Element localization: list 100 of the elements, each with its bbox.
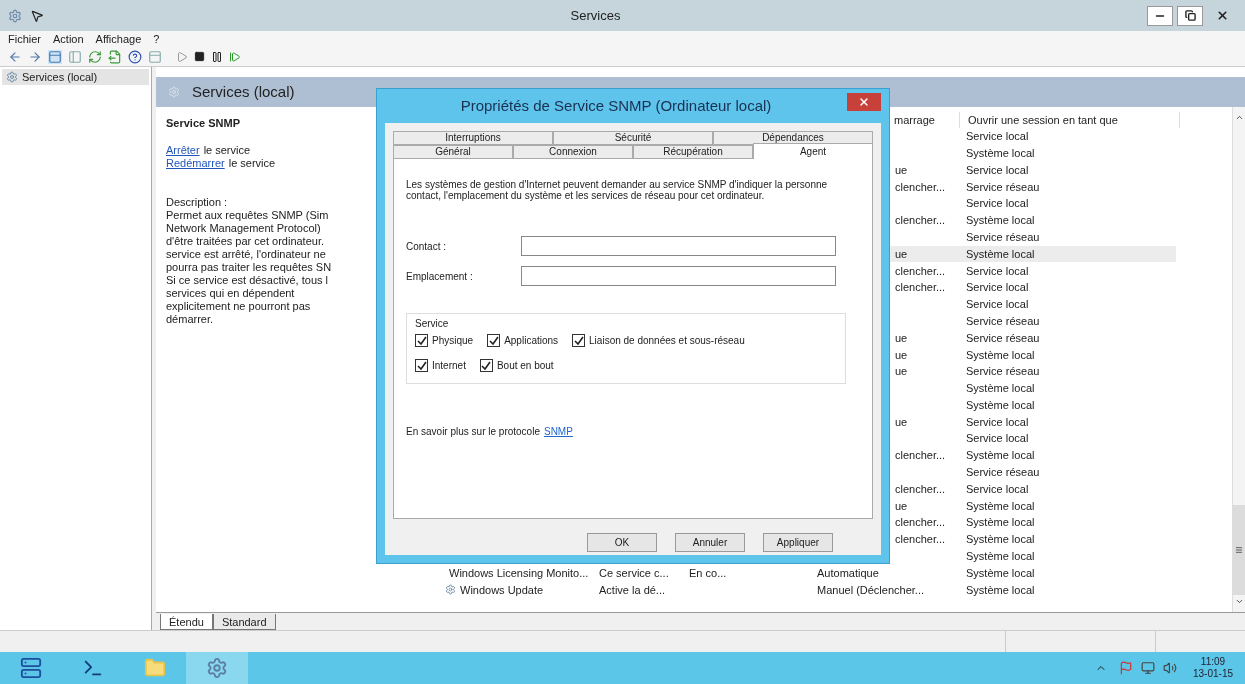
- checkbox[interactable]: [479, 359, 493, 372]
- logon-cell: Système local: [966, 583, 1035, 596]
- dialog-tab[interactable]: Interruptions: [393, 131, 553, 145]
- startup-cell: ue: [895, 163, 908, 176]
- startup-cell: clencher...: [895, 180, 946, 193]
- view-tab[interactable]: Étendu: [160, 614, 213, 630]
- dialog-tab[interactable]: Récupération: [633, 145, 753, 159]
- logon-cell: Système local: [966, 382, 1035, 395]
- forward-icon[interactable]: [28, 49, 42, 64]
- field-label: Contact :: [406, 239, 448, 254]
- logon-cell: Système local: [966, 247, 1035, 260]
- check-icon: [416, 335, 427, 346]
- menu-item[interactable]: Action: [53, 30, 84, 48]
- startup-cell: clencher...: [895, 281, 946, 294]
- checkbox[interactable]: [415, 359, 428, 372]
- logon-cell: Service local: [966, 264, 1029, 277]
- view-tab[interactable]: Standard: [212, 614, 276, 630]
- logon-cell: Système local: [966, 516, 1035, 529]
- logon-cell: Service local: [966, 298, 1029, 311]
- startup-cell: Automatique: [817, 566, 879, 579]
- clock-date: 13-01-15: [1192, 668, 1233, 680]
- group-title: Service: [415, 317, 450, 331]
- table-row[interactable]: Windows Licensing Monito... Ce service c... En co... Automatique Système local: [376, 564, 1176, 582]
- status-cell: En co...: [689, 566, 727, 579]
- dialog-button[interactable]: Appliquer: [763, 533, 833, 552]
- checkbox-label: Internet: [432, 359, 466, 373]
- logon-cell: Système local: [966, 398, 1035, 411]
- startup-cell: Manuel (Déclencher...: [817, 583, 924, 596]
- startup-cell: clencher...: [895, 214, 946, 227]
- action-link[interactable]: Arrêter: [166, 144, 200, 157]
- scroll-down-icon[interactable]: [1234, 597, 1244, 606]
- gear-icon: [168, 86, 180, 98]
- startup-cell: ue: [895, 348, 908, 361]
- checkbox-label: Liaison de données et sous-réseau: [589, 334, 745, 348]
- column-header[interactable]: Ouvrir une session en tant que: [960, 111, 1180, 129]
- snmp-link[interactable]: SNMP: [543, 424, 573, 439]
- panel-title: Services (local): [192, 81, 295, 102]
- check-icon: [481, 360, 492, 371]
- speaker-icon[interactable]: [1162, 661, 1177, 675]
- help-text: En savoir plus sur le protocole: [406, 425, 540, 439]
- menu-item[interactable]: Fichier: [8, 30, 41, 48]
- gear-icon: [8, 8, 22, 23]
- tree-item[interactable]: Services (local): [2, 69, 149, 85]
- minimize-button[interactable]: [1147, 5, 1173, 26]
- description-cell: Active la dé...: [599, 583, 666, 596]
- menu-item[interactable]: ?: [153, 30, 160, 48]
- logon-cell: Service local: [966, 163, 1029, 176]
- help-icon[interactable]: [128, 49, 142, 64]
- logon-cell: Système local: [966, 533, 1035, 546]
- scrollbar-thumb[interactable]: [1233, 505, 1245, 595]
- scroll-up-icon[interactable]: [1234, 113, 1244, 122]
- server-icon: [20, 657, 42, 679]
- checkbox-label: Bout en bout: [496, 359, 554, 373]
- service-name-cell-text: Windows Update: [460, 582, 544, 598]
- stop-icon[interactable]: [194, 51, 205, 62]
- checkbox-label: Applications: [504, 334, 559, 348]
- logon-cell: Système local: [966, 566, 1035, 579]
- table-row[interactable]: Windows Update Active la dé... Manuel (Déclencher... Système local: [376, 581, 1176, 599]
- window-title: Services: [570, 6, 621, 25]
- logon-cell: Service réseau: [966, 466, 1040, 479]
- menu-item[interactable]: Affichage: [95, 30, 142, 48]
- logon-cell: Système local: [966, 348, 1035, 361]
- export-icon[interactable]: [108, 49, 122, 64]
- logon-cell: Service local: [966, 281, 1029, 294]
- clock-time: 11:09: [1200, 656, 1226, 668]
- restore-button[interactable]: [1177, 5, 1203, 26]
- logon-cell: Système local: [966, 550, 1035, 563]
- taskbar-button[interactable]: [186, 652, 248, 684]
- network-icon[interactable]: [1140, 661, 1155, 675]
- checkbox[interactable]: [415, 334, 428, 347]
- back-icon[interactable]: [8, 49, 22, 64]
- dialog-tab[interactable]: Connexion: [513, 145, 633, 159]
- dialog-button[interactable]: OK: [587, 533, 657, 552]
- logon-cell: Système local: [966, 499, 1035, 512]
- startup-cell: clencher...: [895, 516, 946, 529]
- refresh-icon[interactable]: [88, 49, 102, 64]
- play-icon[interactable]: [176, 50, 188, 63]
- text-field[interactable]: [521, 266, 836, 286]
- folder-icon: [144, 657, 166, 679]
- text-field[interactable]: [521, 236, 836, 256]
- logon-cell: Service local: [966, 415, 1029, 428]
- dialog-button[interactable]: Annuler: [675, 533, 745, 552]
- checkbox[interactable]: [487, 334, 501, 347]
- field-label: Emplacement :: [406, 269, 474, 284]
- check-icon: [573, 335, 584, 346]
- pause-icon[interactable]: [211, 50, 223, 63]
- action-link[interactable]: Redémarrer: [166, 157, 225, 170]
- check-icon: [416, 360, 427, 371]
- restore-icon: [1184, 10, 1196, 21]
- logon-cell: Service local: [966, 482, 1029, 495]
- resume-icon[interactable]: [229, 50, 241, 63]
- dialog-tab[interactable]: Général: [393, 145, 513, 159]
- console-tree-icon[interactable]: [48, 49, 62, 64]
- dialog-tab[interactable]: Sécurité: [553, 131, 713, 145]
- startup-cell: ue: [895, 331, 908, 344]
- checkbox[interactable]: [572, 334, 586, 347]
- description-label: Description :: [166, 196, 229, 209]
- flag-icon[interactable]: [1118, 661, 1133, 675]
- dialog-tab[interactable]: Agent: [753, 143, 873, 159]
- startup-cell: ue: [895, 247, 908, 260]
